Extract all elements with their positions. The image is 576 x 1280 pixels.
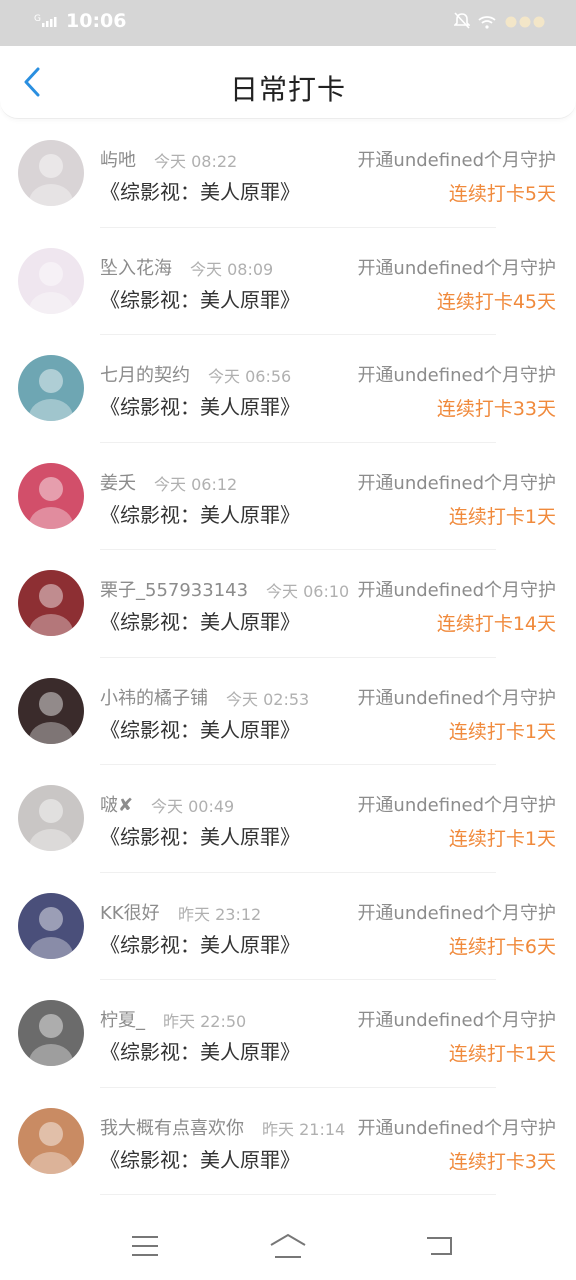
checkin-time: 今天 08:22	[154, 152, 238, 171]
program-title: 《综影视：美人原罪》	[100, 932, 300, 957]
username[interactable]: 坠入花海	[100, 254, 172, 280]
list-item[interactable]: 小祎的橘子铺 今天 02:53 开通undefined个月守护 《综影视：美人原…	[0, 658, 576, 766]
username[interactable]: 柠夏_	[100, 1006, 145, 1032]
checkin-list: 屿吔 今天 08:22 开通undefined个月守护 《综影视：美人原罪》 连…	[0, 120, 576, 1195]
guard-status: 开通undefined个月守护	[357, 1117, 556, 1139]
status-time: 10:06	[66, 10, 127, 32]
list-item[interactable]: 七月的契约 今天 06:56 开通undefined个月守护 《综影视：美人原罪…	[0, 335, 576, 443]
checkin-time: 今天 02:53	[226, 689, 310, 709]
status-icons	[453, 12, 546, 34]
username[interactable]: 啵✘	[100, 791, 133, 817]
home-icon	[270, 1233, 306, 1258]
streak-count: 连续打卡1天	[448, 505, 556, 528]
checkin-time: 今天 06:10	[266, 582, 350, 601]
menu-button[interactable]	[115, 1226, 175, 1266]
list-item[interactable]: 栗子_557933143 今天 06:10 开通undefined个月守护 《综…	[0, 550, 576, 658]
avatar[interactable]	[18, 355, 84, 421]
wifi-icon	[478, 14, 496, 33]
streak-count: 连续打卡3天	[448, 1150, 556, 1173]
program-title: 《综影视：美人原罪》	[100, 395, 300, 419]
streak-count: 连续打卡33天	[436, 398, 556, 420]
program-title: 《综影视：美人原罪》	[100, 825, 300, 849]
checkin-time: 今天 06:56	[208, 367, 292, 386]
list-item[interactable]: 啵✘ 今天 00:49 开通undefined个月守护 《综影视：美人原罪》 连…	[0, 765, 576, 873]
program-title: 《综影视：美人原罪》	[100, 610, 300, 634]
username[interactable]: 栗子_557933143	[100, 576, 248, 602]
streak-count: 连续打卡1天	[448, 720, 556, 743]
username[interactable]: 我大概有点喜欢你	[100, 1114, 244, 1140]
app-notification-icons	[504, 14, 546, 33]
streak-count: 连续打卡5天	[448, 183, 556, 205]
mute-icon	[453, 12, 471, 34]
checkin-time: 昨天 21:14	[262, 1119, 346, 1139]
program-title: 《综影视：美人原罪》	[100, 1040, 300, 1064]
username[interactable]: 七月的契约	[100, 361, 190, 387]
guard-status: 开通undefined个月守护	[357, 687, 556, 709]
guard-status: 开通undefined个月守护	[357, 150, 556, 171]
page-title: 日常打卡	[229, 73, 346, 106]
home-button[interactable]	[258, 1226, 318, 1266]
streak-count: 连续打卡45天	[436, 290, 556, 313]
signal-icon: G	[34, 12, 62, 32]
list-item[interactable]: 柠夏_ 昨天 22:50 开通undefined个月守护 《综影视：美人原罪》 …	[0, 980, 576, 1088]
streak-count: 连续打卡14天	[436, 613, 556, 635]
streak-count: 连续打卡1天	[448, 828, 556, 850]
system-nav-bar	[0, 1206, 576, 1280]
guard-status: 开通undefined个月守护	[357, 365, 556, 386]
list-item[interactable]: 坠入花海 今天 08:09 开通undefined个月守护 《综影视：美人原罪》…	[0, 228, 576, 336]
avatar[interactable]	[18, 570, 84, 636]
avatar[interactable]	[18, 140, 84, 206]
checkin-time: 今天 08:09	[190, 259, 274, 279]
avatar[interactable]	[18, 247, 84, 314]
program-title: 《综影视：美人原罪》	[100, 287, 300, 312]
avatar[interactable]	[18, 677, 84, 744]
list-item[interactable]: 我大概有点喜欢你 昨天 21:14 开通undefined个月守护 《综影视：美…	[0, 1088, 576, 1196]
program-title: 《综影视：美人原罪》	[100, 180, 300, 204]
streak-count: 连续打卡1天	[448, 1043, 556, 1065]
return-icon	[427, 1237, 452, 1255]
checkin-time: 今天 06:12	[154, 474, 238, 494]
list-item[interactable]: 姜夭 今天 06:12 开通undefined个月守护 《综影视：美人原罪》 连…	[0, 443, 576, 551]
username[interactable]: 小祎的橘子铺	[100, 684, 208, 710]
guard-status: 开通undefined个月守护	[357, 257, 556, 279]
header: 日常打卡	[0, 46, 576, 119]
program-title: 《综影视：美人原罪》	[100, 1147, 300, 1172]
guard-status: 开通undefined个月守护	[357, 472, 556, 494]
back-nav-button[interactable]	[410, 1226, 470, 1266]
avatar[interactable]	[18, 462, 84, 529]
username[interactable]: KK很好	[100, 899, 160, 925]
menu-icon	[132, 1236, 158, 1256]
guard-status: 开通undefined个月守护	[357, 580, 556, 601]
avatar[interactable]	[18, 892, 84, 959]
guard-status: 开通undefined个月守护	[357, 902, 556, 924]
checkin-time: 昨天 22:50	[163, 1012, 247, 1031]
program-title: 《综影视：美人原罪》	[100, 717, 300, 742]
status-bar: G 10:06	[0, 0, 576, 46]
username[interactable]: 屿吔	[100, 146, 136, 172]
streak-count: 连续打卡6天	[448, 935, 556, 958]
svg-text:G: G	[34, 14, 41, 24]
checkin-time: 今天 00:49	[151, 797, 235, 816]
list-item[interactable]: KK很好 昨天 23:12 开通undefined个月守护 《综影视：美人原罪》…	[0, 873, 576, 981]
guard-status: 开通undefined个月守护	[357, 795, 556, 816]
guard-status: 开通undefined个月守护	[357, 1010, 556, 1031]
username[interactable]: 姜夭	[100, 469, 136, 495]
list-item[interactable]: 屿吔 今天 08:22 开通undefined个月守护 《综影视：美人原罪》 连…	[0, 120, 576, 228]
checkin-time: 昨天 23:12	[178, 904, 262, 924]
avatar[interactable]	[18, 1107, 84, 1174]
avatar[interactable]	[18, 1000, 84, 1066]
program-title: 《综影视：美人原罪》	[100, 502, 300, 527]
avatar[interactable]	[18, 785, 84, 851]
